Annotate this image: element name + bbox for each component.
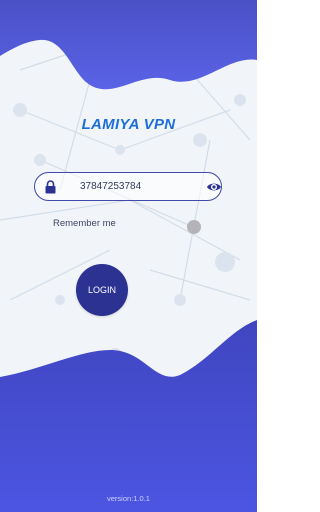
background-graphic (0, 0, 257, 512)
eye-icon[interactable] (206, 180, 222, 194)
login-screen: LAMIYA VPN Remember me LOGIN version:1.0… (0, 0, 257, 512)
id-input[interactable] (80, 173, 200, 200)
login-button[interactable]: LOGIN (76, 264, 128, 316)
remember-me-toggle[interactable] (187, 220, 201, 234)
remember-me-label: Remember me (53, 218, 116, 229)
app-title: LAMIYA VPN (81, 116, 176, 133)
id-input-field[interactable] (34, 172, 222, 201)
version-label: version:1.0.1 (107, 494, 150, 503)
lock-icon (45, 180, 56, 194)
